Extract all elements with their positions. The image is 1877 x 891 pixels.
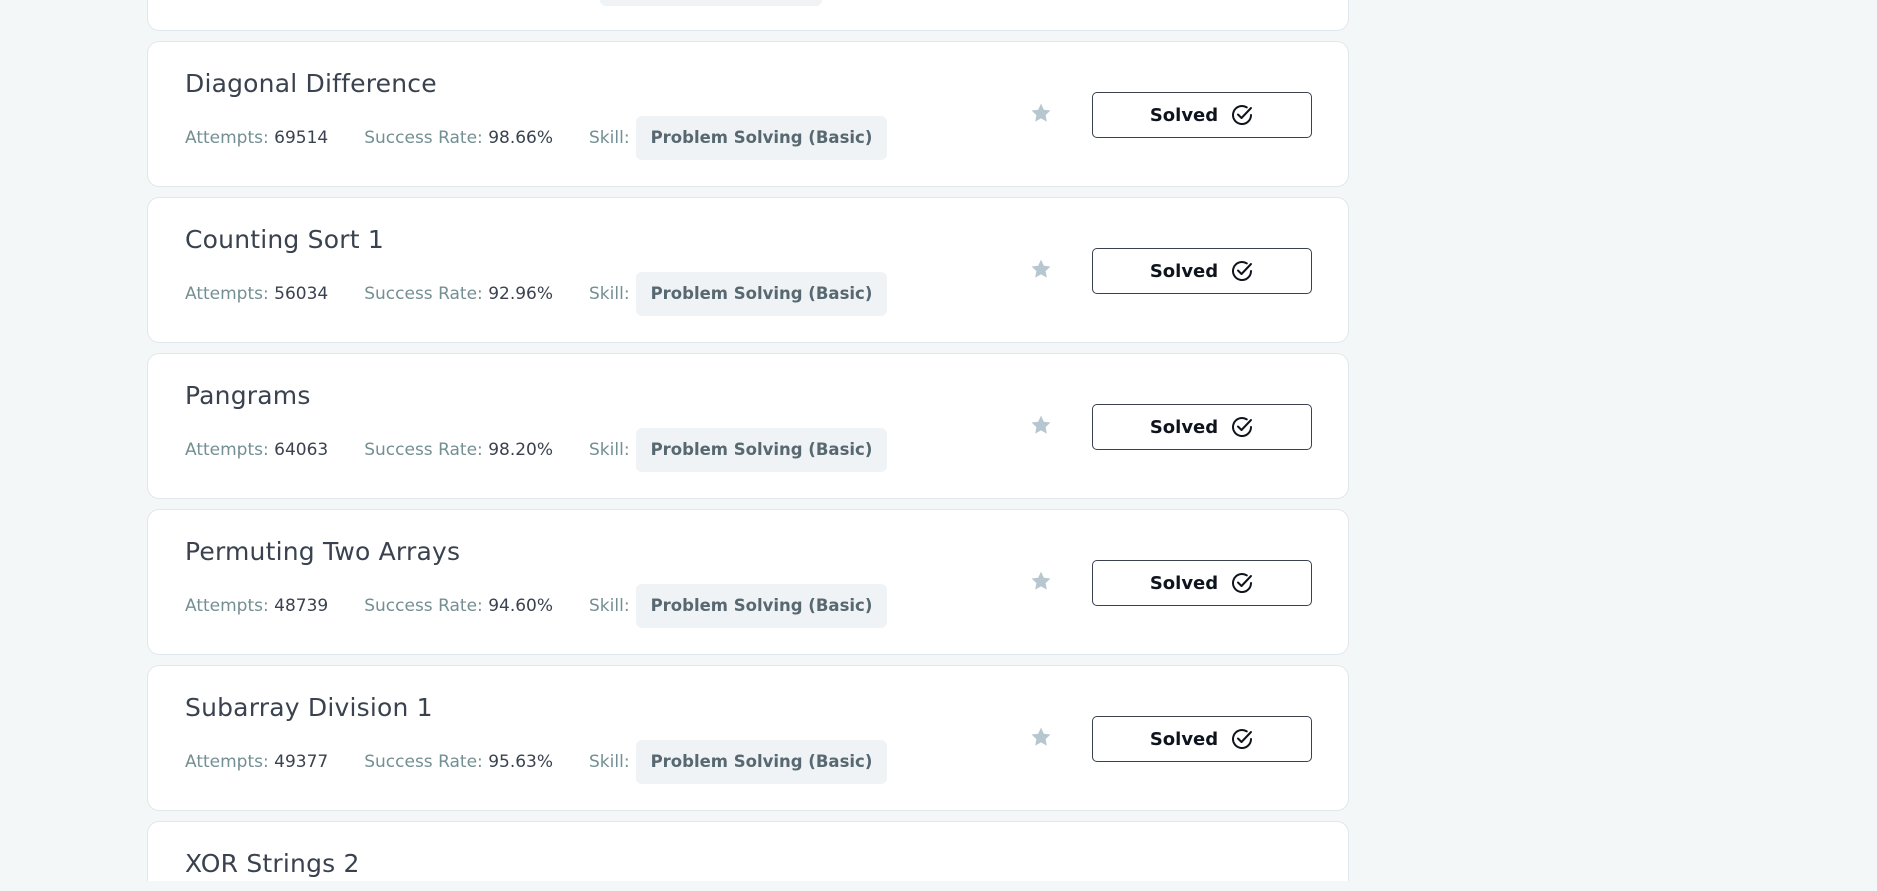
success-rate-stat: Success Rate: 95.63% bbox=[364, 752, 553, 772]
challenge-meta: Attempts: 49377 Success Rate: 95.63% Ski… bbox=[185, 740, 888, 784]
attempts-value: 56034 bbox=[274, 284, 329, 304]
success-rate-label: Success Rate: bbox=[364, 440, 483, 460]
attempts-label: Attempts: bbox=[185, 284, 269, 304]
challenge-title[interactable]: XOR Strings 2 bbox=[185, 849, 360, 878]
challenge-card: Pangrams Attempts: 64063 Success Rate: 9… bbox=[147, 353, 1349, 499]
check-circle-icon bbox=[1232, 105, 1253, 125]
attempts-label: Attempts: bbox=[185, 440, 269, 460]
skill-label: Skill: bbox=[589, 440, 630, 460]
star-icon[interactable] bbox=[1030, 726, 1052, 748]
attempts-value: 69514 bbox=[274, 128, 329, 148]
check-circle-icon bbox=[1232, 261, 1253, 281]
check-circle-icon bbox=[1232, 417, 1253, 437]
success-rate-value: 98.66% bbox=[488, 128, 554, 148]
challenge-title[interactable]: Subarray Division 1 bbox=[185, 693, 433, 722]
solved-button-label: Solved bbox=[1149, 104, 1219, 126]
challenge-card: Counting Sort 1 Attempts: 56034 Success … bbox=[147, 197, 1349, 343]
success-rate-label: Success Rate: bbox=[364, 596, 483, 616]
solved-button[interactable]: Solved bbox=[1092, 404, 1312, 450]
star-icon[interactable] bbox=[1030, 102, 1052, 124]
challenge-meta: Attempts: 56034 Success Rate: 92.96% Ski… bbox=[185, 272, 888, 316]
attempts-value: 49377 bbox=[274, 752, 329, 772]
skill-chip: Problem Solving (Basic) bbox=[635, 740, 888, 784]
star-icon[interactable] bbox=[1030, 570, 1052, 592]
skill-label: Skill: bbox=[589, 752, 630, 772]
challenge-meta: Attempts: 64063 Success Rate: 98.20% Ski… bbox=[185, 428, 888, 472]
solved-button-label: Solved bbox=[1149, 416, 1219, 438]
check-circle-icon bbox=[1232, 729, 1253, 749]
attempts-value: 48739 bbox=[274, 596, 329, 616]
success-rate-stat: Success Rate: 94.60% bbox=[364, 596, 553, 616]
challenge-meta: Attempts: 48739 Success Rate: 94.60% Ski… bbox=[185, 584, 888, 628]
star-icon[interactable] bbox=[1030, 414, 1052, 436]
success-rate-stat: Success Rate: 98.20% bbox=[364, 440, 553, 460]
attempts-stat: Attempts: 69514 bbox=[185, 128, 328, 148]
success-rate-label: Success Rate: bbox=[364, 128, 483, 148]
skill-label: Skill: bbox=[589, 596, 630, 616]
challenge-meta: Attempts: 69514 Success Rate: 98.66% Ski… bbox=[185, 116, 888, 160]
attempts-label: Attempts: bbox=[185, 596, 269, 616]
skill-label: Skill: bbox=[589, 284, 630, 304]
skill-label: Skill: bbox=[589, 128, 630, 148]
skill-chip: Problem Solving (Basic) bbox=[635, 584, 888, 628]
solved-button-label: Solved bbox=[1149, 728, 1219, 750]
solved-button[interactable]: Solved bbox=[1092, 248, 1312, 294]
challenge-card: Subarray Division 1 Attempts: 49377 Succ… bbox=[147, 665, 1349, 811]
challenge-title[interactable]: Diagonal Difference bbox=[185, 69, 437, 98]
success-rate-value: 98.20% bbox=[488, 440, 554, 460]
solved-button[interactable]: Solved bbox=[1092, 92, 1312, 138]
challenge-list: Diagonal Difference Attempts: 69514 Succ… bbox=[147, 0, 1349, 891]
success-rate-label: Success Rate: bbox=[364, 284, 483, 304]
success-rate-value: 92.96% bbox=[488, 284, 554, 304]
success-rate-value: 95.63% bbox=[488, 752, 554, 772]
attempts-stat: Attempts: 49377 bbox=[185, 752, 328, 772]
challenge-card-partial-bottom: XOR Strings 2 bbox=[147, 821, 1349, 881]
challenge-card: Permuting Two Arrays Attempts: 48739 Suc… bbox=[147, 509, 1349, 655]
star-icon[interactable] bbox=[1030, 258, 1052, 280]
check-circle-icon bbox=[1232, 573, 1253, 593]
skill-chip: Problem Solving (Basic) bbox=[635, 272, 888, 316]
attempts-stat: Attempts: 56034 bbox=[185, 284, 328, 304]
attempts-label: Attempts: bbox=[185, 752, 269, 772]
success-rate-value: 94.60% bbox=[488, 596, 554, 616]
success-rate-label: Success Rate: bbox=[364, 752, 483, 772]
attempts-stat: Attempts: 64063 bbox=[185, 440, 328, 460]
challenge-title[interactable]: Pangrams bbox=[185, 381, 311, 410]
challenge-title[interactable]: Counting Sort 1 bbox=[185, 225, 384, 254]
attempts-value: 64063 bbox=[274, 440, 329, 460]
skill-chip: Problem Solving (Basic) bbox=[635, 116, 888, 160]
attempts-label: Attempts: bbox=[185, 128, 269, 148]
challenge-card-partial-top bbox=[147, 0, 1349, 31]
success-rate-stat: Success Rate: 98.66% bbox=[364, 128, 553, 148]
challenge-card: Diagonal Difference Attempts: 69514 Succ… bbox=[147, 41, 1349, 187]
success-rate-stat: Success Rate: 92.96% bbox=[364, 284, 553, 304]
challenge-title[interactable]: Permuting Two Arrays bbox=[185, 537, 460, 566]
solved-button-label: Solved bbox=[1149, 572, 1219, 594]
solved-button-label: Solved bbox=[1149, 260, 1219, 282]
attempts-stat: Attempts: 48739 bbox=[185, 596, 328, 616]
solved-button[interactable]: Solved bbox=[1092, 560, 1312, 606]
skill-chip bbox=[600, 0, 822, 6]
solved-button[interactable]: Solved bbox=[1092, 716, 1312, 762]
skill-chip: Problem Solving (Basic) bbox=[635, 428, 888, 472]
